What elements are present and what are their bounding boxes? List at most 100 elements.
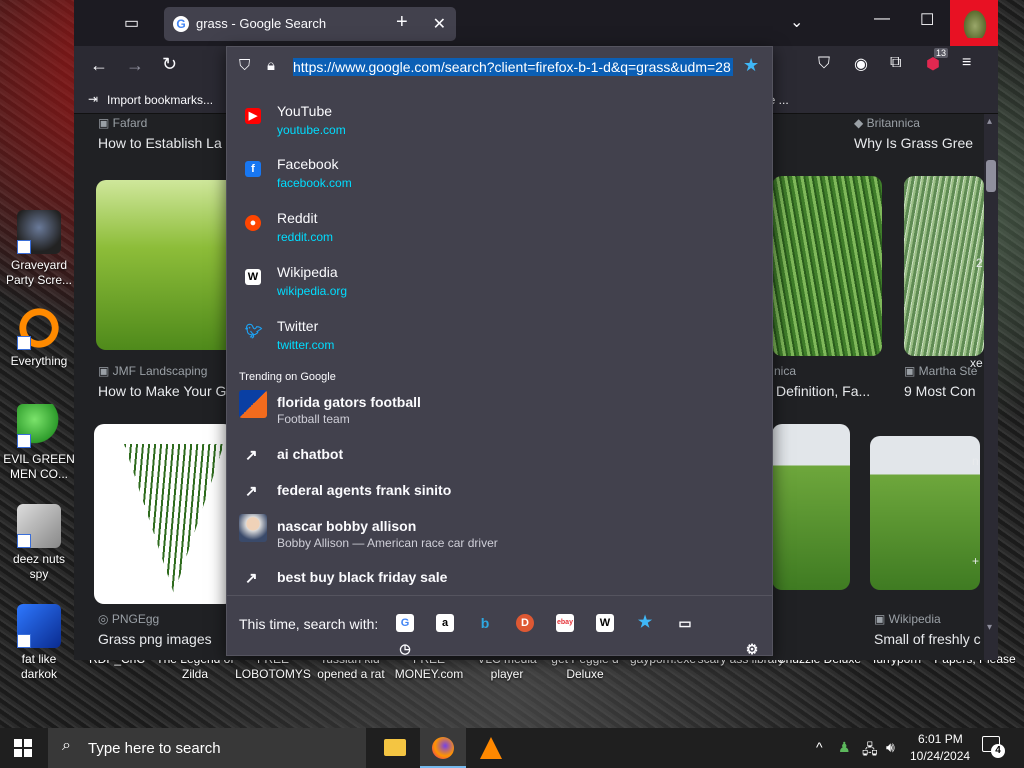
ebay-engine-icon[interactable]: ebay [556,614,574,632]
clock-time[interactable]: 6:01 PM [918,732,963,746]
windows-stack-icon [17,504,61,548]
list-tabs-chevron-icon[interactable]: ⌄ [790,12,803,32]
amazon-engine-icon[interactable]: a [436,614,454,632]
result-title[interactable]: How to Establish La [98,135,222,151]
grass-image[interactable] [772,424,850,590]
desktop-icon-deez-nuts-spy[interactable]: deez nuts spy [2,504,76,582]
url-bar[interactable]: ⛉ 🔒︎ https://www.google.com/search?clien… [233,51,767,83]
bookmark-star-icon[interactable]: ★ [743,55,759,76]
back-arrow-icon[interactable]: ← [90,55,108,76]
desktop-icon-fat-like-darkok[interactable]: fat like darkok [2,604,76,682]
result-title[interactable]: 9 Most Con [904,383,976,399]
google-engine-icon[interactable]: G [396,614,414,632]
start-windows-icon[interactable] [14,739,32,757]
desktop-icon-label: Everything [10,354,68,368]
trending-arrow-icon: ↗ [245,483,258,500]
clock-date[interactable]: 10/24/2024 [910,749,970,763]
bookmarks-engine-icon[interactable]: ★ [636,614,654,632]
suggestion-youtube[interactable]: ▶ YouTube youtube.com [239,101,759,151]
desktop-icon-evil-green-men[interactable]: EVIL GREEN MEN CO... [2,404,76,482]
result-title[interactable]: Grass png images [98,631,212,647]
close-window-button[interactable] [950,0,998,46]
taskbar-firefox[interactable] [420,728,466,768]
lock-icon[interactable]: 🔒︎ [267,57,275,74]
one-off-search-bar: This time, search with: G a b D ebay W ★… [227,595,772,658]
grass-image[interactable] [96,180,236,350]
suggestion-name: Facebook [277,156,339,172]
tracking-shield-icon[interactable]: ⛉ [239,57,250,74]
reload-icon[interactable]: ↻ [162,54,177,75]
tab-google-search[interactable]: G grass - Google Search ✕ [164,7,456,41]
extensions-icon[interactable]: ⧉ [890,54,901,72]
trending-item[interactable]: ↗ ai chatbot [239,446,759,486]
suggestion-name: YouTube [277,103,333,119]
tab-title: grass - Google Search [196,16,327,31]
green-men-icon [17,404,61,448]
trending-query: best buy black friday sale [277,569,448,585]
result-title[interactable]: Definition, Fa... [776,383,870,399]
suggestion-facebook[interactable]: f Facebook facebook.com [239,154,759,204]
desktop-icon-label: fat like darkok [20,652,58,681]
minimize-button[interactable]: — [874,10,890,28]
firefox-icon [432,737,454,759]
trending-item[interactable]: nascar bobby allison Bobby Allison — Ame… [239,514,759,558]
graveyard-icon [17,210,61,254]
trending-query: federal agents frank sinito [277,482,452,498]
suggestion-twitter[interactable]: 🐦︎ Twitter twitter.com [239,316,759,366]
import-bookmarks-icon[interactable]: ⇥ [88,92,98,106]
result-source: ▣ Martha Ste [904,364,978,378]
page-scrollbar[interactable]: ▴ ▾ [984,114,998,660]
scroll-up-icon[interactable]: ▴ [987,116,992,127]
grass-image[interactable] [904,176,984,356]
close-tab-icon[interactable]: ✕ [433,14,446,34]
tab-manager-icon[interactable]: ▭ [124,13,139,33]
maximize-button[interactable]: ☐ [920,10,934,30]
wikipedia-engine-icon[interactable]: W [596,614,614,632]
tabs-engine-icon[interactable]: ▭ [676,614,694,632]
menu-hamburger-icon[interactable]: ≡ [962,54,971,72]
network-icon[interactable]: 🖧︎ [862,739,878,763]
trending-subtitle: Bobby Allison — American race car driver [277,536,498,550]
new-tab-button[interactable]: + [396,11,408,34]
grass-image[interactable] [94,424,234,604]
search-settings-gear-icon[interactable]: ⚙ [743,640,761,658]
taskbar-file-explorer[interactable] [372,728,418,768]
result-source: ▣ Wikipedia [874,612,941,626]
result-title[interactable]: Small of freshly c [874,631,981,647]
trending-item[interactable]: florida gators football Football team [239,390,759,434]
url-input[interactable]: https://www.google.com/search?client=fir… [293,58,733,76]
volume-icon[interactable]: 🔊︎ [886,739,895,756]
suggestion-reddit[interactable]: ● Reddit reddit.com [239,208,759,258]
bing-engine-icon[interactable]: b [476,614,494,632]
scroll-down-icon[interactable]: ▾ [987,622,992,633]
desktop-icon-graveyard[interactable]: Graveyard Party Scre... [2,210,76,288]
result-title[interactable]: How to Make Your G [98,383,226,399]
taskbar-search-box[interactable]: ⌕ Type here to search [48,728,366,768]
result-title[interactable]: Why Is Grass Gree [854,135,973,151]
ublock-icon[interactable]: ⬢ 13 [926,48,949,74]
folder-icon [384,739,406,756]
grass-image[interactable] [772,176,882,356]
facebook-icon: f [245,161,261,177]
trending-item[interactable]: ↗ federal agents frank sinito [239,482,759,522]
notifications-button[interactable]: 4 [982,736,1005,758]
grass-image[interactable] [870,436,980,590]
youtube-icon: ▶ [245,108,261,124]
taskbar-vlc[interactable] [468,728,514,768]
account-icon[interactable]: ◉ [854,54,868,74]
tray-person-icon[interactable]: ♟ [838,739,851,756]
extension-badge: 13 [934,48,949,58]
suggestion-wikipedia[interactable]: W Wikipedia wikipedia.org [239,262,759,312]
trending-arrow-icon: ↗ [245,570,258,587]
pocket-icon[interactable]: ⛉ [818,55,830,73]
google-favicon-icon: G [173,16,189,32]
trending-query: ai chatbot [277,446,344,462]
tray-chevron-up-icon[interactable]: ^ [816,739,823,755]
suggestion-name: Reddit [277,210,318,226]
duckduckgo-engine-icon[interactable]: D [516,614,534,632]
history-engine-icon[interactable]: ◷ [396,640,414,658]
scrollbar-thumb[interactable] [986,160,996,192]
import-bookmarks-link[interactable]: Import bookmarks... [107,93,213,107]
desktop-icon-everything[interactable]: Everything [2,306,76,369]
forward-arrow-icon[interactable]: → [126,55,144,76]
